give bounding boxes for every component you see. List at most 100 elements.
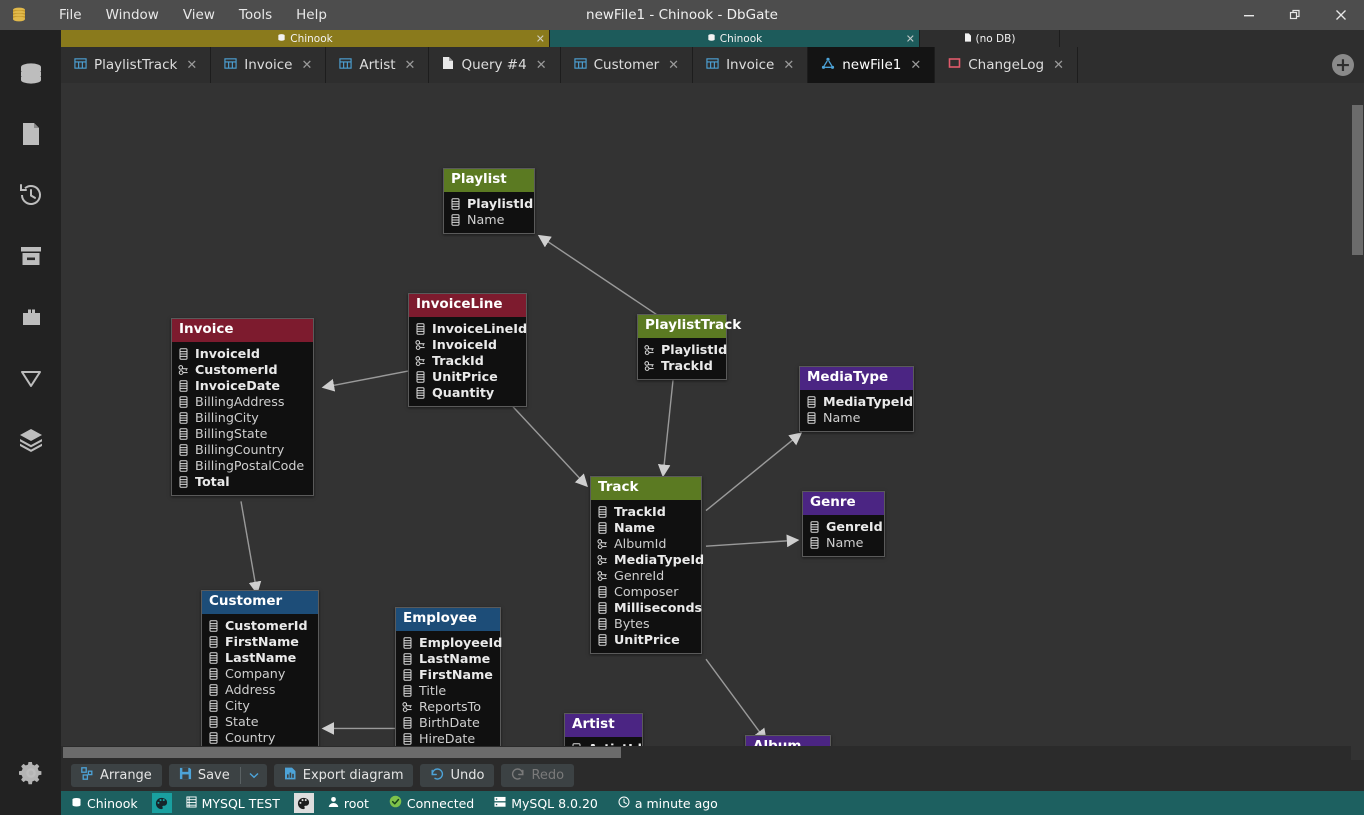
diagram-column[interactable]: MediaTypeId: [597, 552, 695, 568]
diagram-column[interactable]: Name: [806, 410, 907, 426]
menu-view[interactable]: View: [172, 3, 226, 27]
close-icon[interactable]: ✕: [1053, 58, 1064, 73]
menu-window[interactable]: Window: [95, 3, 170, 27]
tab-changelog[interactable]: ChangeLog ✕: [935, 47, 1078, 83]
diagram-column[interactable]: MediaTypeId: [806, 394, 907, 410]
diagram-column[interactable]: Quantity: [415, 385, 520, 401]
close-icon[interactable]: ✕: [668, 58, 679, 73]
diagram-column[interactable]: State: [208, 714, 312, 730]
diagram-column[interactable]: City: [208, 698, 312, 714]
diagram-column[interactable]: Milliseconds: [597, 600, 695, 616]
diagram-table-genre[interactable]: GenreGenreIdName: [802, 491, 885, 557]
diagram-column[interactable]: Bytes: [597, 616, 695, 632]
diagram-canvas[interactable]: PlaylistPlaylistIdNameInvoiceLineInvoice…: [61, 83, 1364, 760]
vertical-scrollbar-thumb[interactable]: [1352, 105, 1363, 255]
sidebar-item-plugins[interactable]: [0, 288, 61, 349]
diagram-column[interactable]: GenreId: [597, 568, 695, 584]
close-icon[interactable]: [1318, 0, 1364, 30]
relation-link-playlisttrack-track[interactable]: [663, 380, 673, 476]
db-group-chinook-1[interactable]: Chinook ✕: [61, 30, 550, 47]
tab-query-4[interactable]: Query #4 ✕: [429, 47, 560, 83]
vertical-scrollbar[interactable]: [1351, 83, 1364, 760]
save-button[interactable]: Save: [169, 764, 240, 787]
diagram-column[interactable]: LastName: [208, 650, 312, 666]
diagram-column[interactable]: BillingAddress: [178, 394, 307, 410]
status-conn-color-swatch[interactable]: [290, 791, 318, 815]
diagram-column[interactable]: CustomerId: [178, 362, 307, 378]
diagram-table-playlisttrack[interactable]: PlaylistTrackPlaylistIdTrackId: [637, 314, 727, 380]
relation-link-invoiceline-invoice[interactable]: [323, 371, 408, 387]
relation-link-track-mediatype[interactable]: [706, 433, 801, 510]
sidebar-item-archive[interactable]: [0, 227, 61, 288]
horizontal-scrollbar-thumb[interactable]: [63, 747, 621, 758]
export-diagram-button[interactable]: Export diagram: [274, 764, 414, 787]
tab-invoice-2[interactable]: Invoice ✕: [693, 47, 808, 83]
diagram-column[interactable]: AlbumId: [597, 536, 695, 552]
close-icon[interactable]: ✕: [301, 58, 312, 73]
menu-help[interactable]: Help: [285, 3, 338, 27]
tab-customer[interactable]: Customer ✕: [561, 47, 693, 83]
diagram-column[interactable]: FirstName: [402, 667, 494, 683]
diagram-column[interactable]: BillingCountry: [178, 442, 307, 458]
diagram-table-invoice[interactable]: InvoiceInvoiceIdCustomerIdInvoiceDateBil…: [171, 318, 314, 496]
arrange-button[interactable]: Arrange: [71, 764, 162, 787]
chevron-down-icon[interactable]: [241, 764, 267, 787]
horizontal-scrollbar[interactable]: [61, 746, 1364, 760]
diagram-column[interactable]: Address: [208, 682, 312, 698]
diagram-column[interactable]: Title: [402, 683, 494, 699]
diagram-column[interactable]: UnitPrice: [415, 369, 520, 385]
diagram-column[interactable]: BillingCity: [178, 410, 307, 426]
status-db-color-swatch[interactable]: [148, 791, 176, 815]
sidebar-item-database[interactable]: [0, 44, 61, 105]
diagram-column[interactable]: Name: [809, 535, 878, 551]
diagram-column[interactable]: TrackId: [644, 358, 720, 374]
diagram-column[interactable]: UnitPrice: [597, 632, 695, 648]
close-icon[interactable]: ✕: [536, 58, 547, 73]
diagram-column[interactable]: InvoiceId: [178, 346, 307, 362]
tab-artist[interactable]: Artist ✕: [326, 47, 429, 83]
undo-button[interactable]: Undo: [420, 764, 494, 787]
relation-link-invoiceline-track[interactable]: [513, 407, 587, 486]
diagram-table-invoiceline[interactable]: InvoiceLineInvoiceLineIdInvoiceIdTrackId…: [408, 293, 527, 407]
diagram-column[interactable]: Composer: [597, 584, 695, 600]
status-user[interactable]: root: [318, 791, 379, 815]
sidebar-item-settings[interactable]: [0, 744, 61, 805]
tab-playlisttrack[interactable]: PlaylistTrack ✕: [61, 47, 211, 83]
diagram-column[interactable]: TrackId: [415, 353, 520, 369]
diagram-table-employee[interactable]: EmployeeEmployeeIdLastNameFirstNameTitle…: [395, 607, 501, 760]
diagram-column[interactable]: TrackId: [597, 504, 695, 520]
diagram-column[interactable]: ReportsTo: [402, 699, 494, 715]
status-last-refresh[interactable]: a minute ago: [608, 791, 728, 815]
diagram-column[interactable]: Name: [450, 212, 528, 228]
close-icon[interactable]: ✕: [906, 32, 915, 45]
diagram-column[interactable]: LastName: [402, 651, 494, 667]
diagram-table-mediatype[interactable]: MediaTypeMediaTypeIdName: [799, 366, 914, 432]
diagram-column[interactable]: Name: [597, 520, 695, 536]
status-connection[interactable]: MYSQL TEST: [176, 791, 290, 815]
diagram-column[interactable]: FirstName: [208, 634, 312, 650]
sidebar-item-layers[interactable]: [0, 410, 61, 471]
relation-link-invoice-customer[interactable]: [241, 501, 257, 593]
diagram-column[interactable]: CustomerId: [208, 618, 312, 634]
sidebar-item-files[interactable]: [0, 105, 61, 166]
plus-icon[interactable]: +: [1332, 54, 1354, 76]
close-icon[interactable]: ✕: [405, 58, 416, 73]
menu-file[interactable]: File: [48, 3, 93, 27]
diagram-column[interactable]: PlaylistId: [450, 196, 528, 212]
diagram-column[interactable]: BillingPostalCode: [178, 458, 307, 474]
sidebar-item-history[interactable]: [0, 166, 61, 227]
diagram-column[interactable]: InvoiceLineId: [415, 321, 520, 337]
close-icon[interactable]: ✕: [910, 58, 921, 73]
status-server-version[interactable]: MySQL 8.0.20: [484, 791, 608, 815]
diagram-column[interactable]: BirthDate: [402, 715, 494, 731]
restore-icon[interactable]: [1272, 0, 1318, 30]
tab-invoice-1[interactable]: Invoice ✕: [211, 47, 326, 83]
diagram-column[interactable]: Total: [178, 474, 307, 490]
minimize-icon[interactable]: [1226, 0, 1272, 30]
diagram-table-track[interactable]: TrackTrackIdNameAlbumIdMediaTypeIdGenreI…: [590, 476, 702, 654]
tab-newfile1[interactable]: newFile1 ✕: [808, 47, 935, 83]
status-database[interactable]: Chinook: [61, 791, 148, 815]
diagram-table-customer[interactable]: CustomerCustomerIdFirstNameLastNameCompa…: [201, 590, 319, 760]
diagram-column[interactable]: GenreId: [809, 519, 878, 535]
diagram-column[interactable]: InvoiceId: [415, 337, 520, 353]
